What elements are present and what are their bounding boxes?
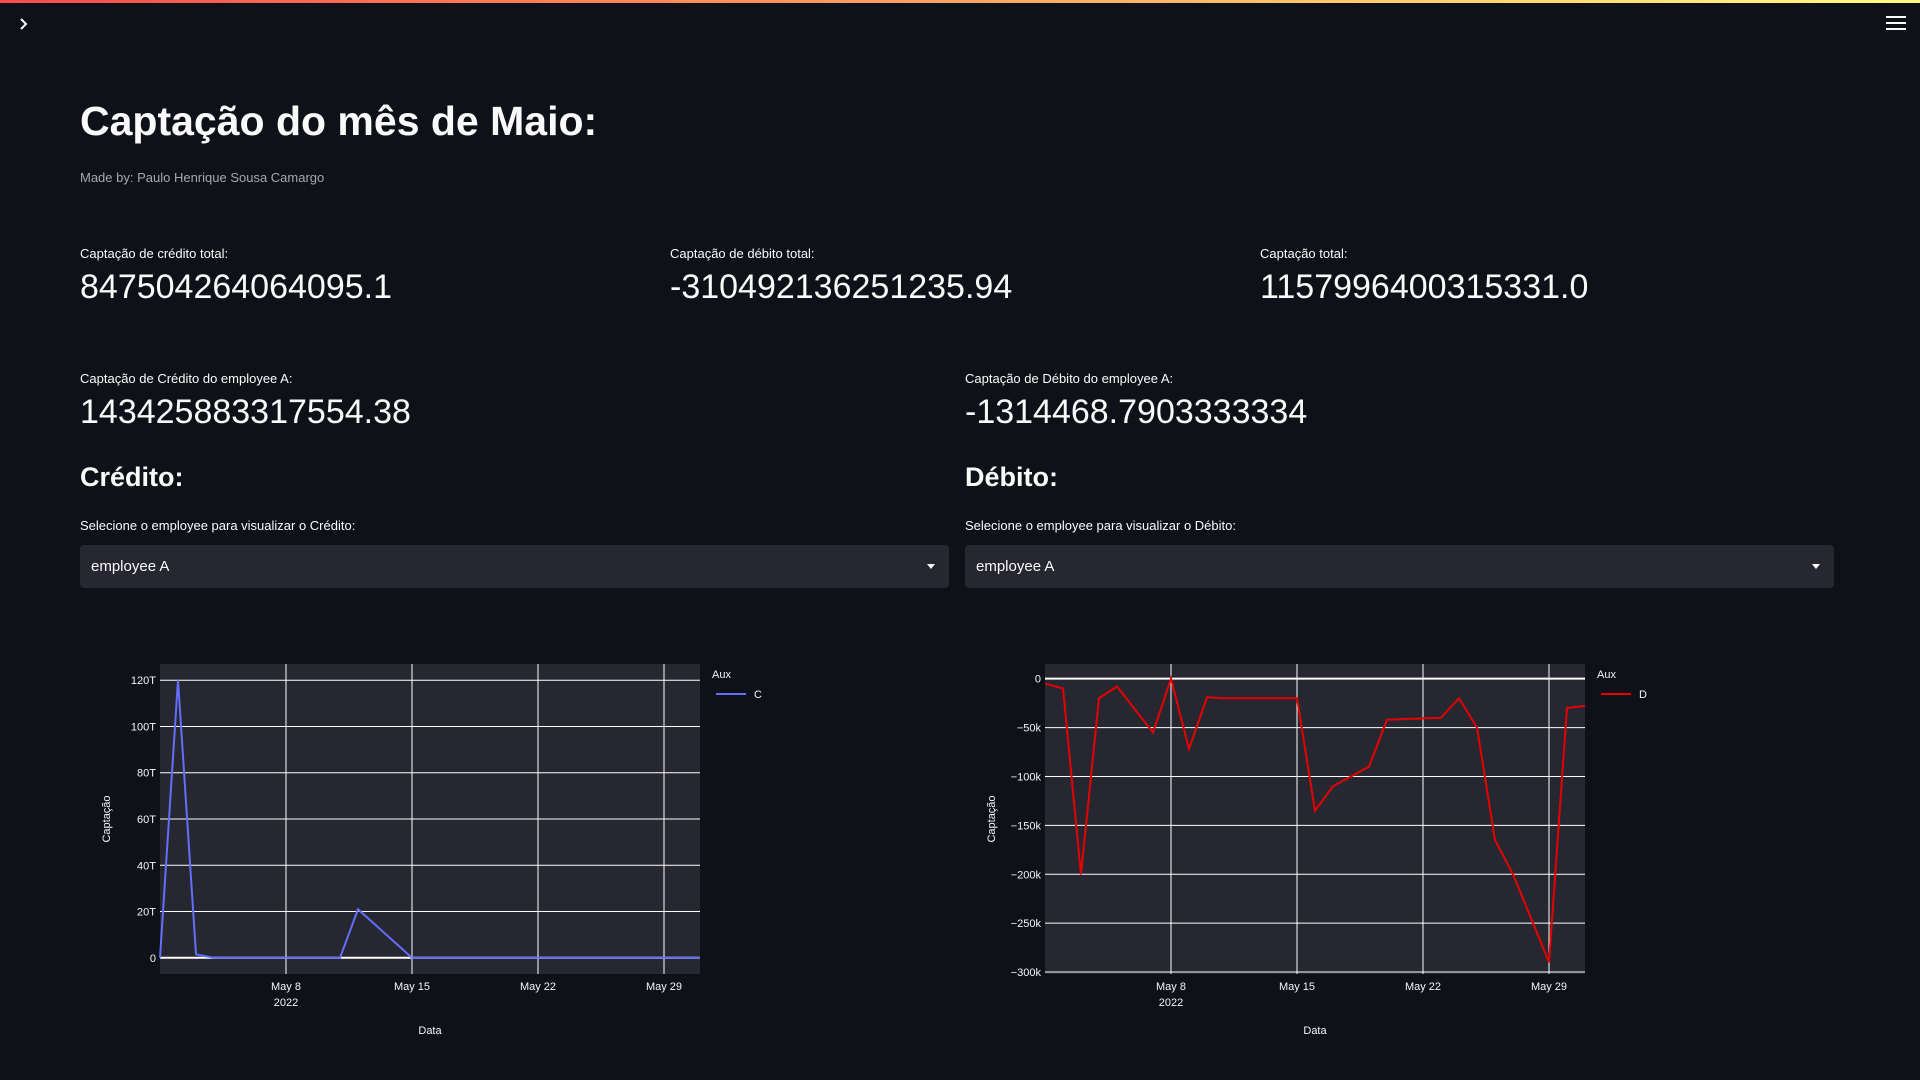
credit-total-value: 847504264064095.1 (80, 268, 392, 306)
legend-title: Aux (712, 669, 731, 681)
y-tick-label: −200k (1011, 869, 1042, 881)
debit-total-value: -310492136251235.94 (670, 268, 1013, 306)
employee-credit-label: Captação de Crédito do employee A: (80, 371, 293, 386)
y-tick-label: 120T (131, 675, 156, 687)
x-tick-label: May 8 (1156, 981, 1186, 993)
page-title: Captação do mês de Maio: (80, 98, 598, 144)
chevron-down-icon (1812, 564, 1820, 569)
x-axis-title: Data (1303, 1025, 1327, 1037)
debit-heading: Débito: (965, 462, 1058, 492)
legend-title: Aux (1597, 669, 1616, 681)
credit-employee-select[interactable]: employee A (80, 545, 949, 588)
x-tick-label: May 22 (1405, 981, 1441, 993)
credit-selected-value: employee A (91, 558, 170, 575)
employee-credit-value: 143425883317554.38 (80, 393, 411, 431)
debit-select-label: Selecione o employee para visualizar o D… (965, 518, 1236, 533)
employee-debit-value: -1314468.7903333334 (965, 393, 1308, 431)
employee-debit-label: Captação de Débito do employee A: (965, 371, 1174, 386)
x-year-label: 2022 (1159, 997, 1183, 1009)
total-value: 1157996400315331.0 (1260, 268, 1589, 306)
x-axis-title: Data (418, 1025, 442, 1037)
y-tick-label: 100T (131, 721, 156, 733)
y-tick-label: 40T (137, 860, 156, 872)
y-tick-label: 0 (1035, 674, 1041, 686)
y-tick-label: 60T (137, 814, 156, 826)
y-tick-label: −300k (1011, 967, 1042, 979)
x-tick-label: May 22 (520, 981, 556, 993)
x-year-label: 2022 (274, 997, 298, 1009)
top-decoration-bar (0, 0, 1920, 3)
y-tick-label: 80T (137, 768, 156, 780)
x-tick-label: May 29 (1531, 981, 1567, 993)
y-tick-label: −100k (1011, 771, 1042, 783)
x-tick-label: May 15 (1279, 981, 1315, 993)
debit-selected-value: employee A (976, 558, 1055, 575)
y-tick-label: 0 (150, 953, 156, 965)
y-tick-label: −250k (1011, 918, 1042, 930)
debit-total-label: Captação de débito total: (670, 246, 815, 261)
x-tick-label: May 29 (646, 981, 682, 993)
credit-select-label: Selecione o employee para visualizar o C… (80, 518, 356, 533)
chevron-down-icon (927, 564, 935, 569)
sidebar-toggle-icon[interactable] (14, 14, 34, 34)
y-axis-title: Captação (986, 795, 998, 842)
legend-label: D (1639, 689, 1647, 701)
x-tick-label: May 15 (394, 981, 430, 993)
page-subtitle: Made by: Paulo Henrique Sousa Camargo (80, 170, 325, 185)
credit-line-chart[interactable]: May 8 May 15 May 22 May 29 2022 0 20T 40T 60T 80T… (80, 650, 900, 1050)
debit-line-chart[interactable]: May 8 May 15 May 22 May 29 2022 0 −50k −100k −15… (965, 650, 1785, 1050)
plot-area (1045, 664, 1585, 974)
y-axis-title: Captação (101, 795, 113, 842)
legend-label: C (754, 689, 762, 701)
credit-total-label: Captação de crédito total: (80, 246, 229, 261)
credit-heading: Crédito: (80, 462, 184, 492)
y-tick-label: −50k (1017, 723, 1042, 735)
y-tick-label: 20T (137, 907, 156, 919)
hamburger-menu-icon[interactable] (1886, 16, 1906, 32)
debit-employee-select[interactable]: employee A (965, 545, 1834, 588)
y-tick-label: −150k (1011, 820, 1042, 832)
x-tick-label: May 8 (271, 981, 301, 993)
total-label: Captação total: (1260, 246, 1348, 261)
